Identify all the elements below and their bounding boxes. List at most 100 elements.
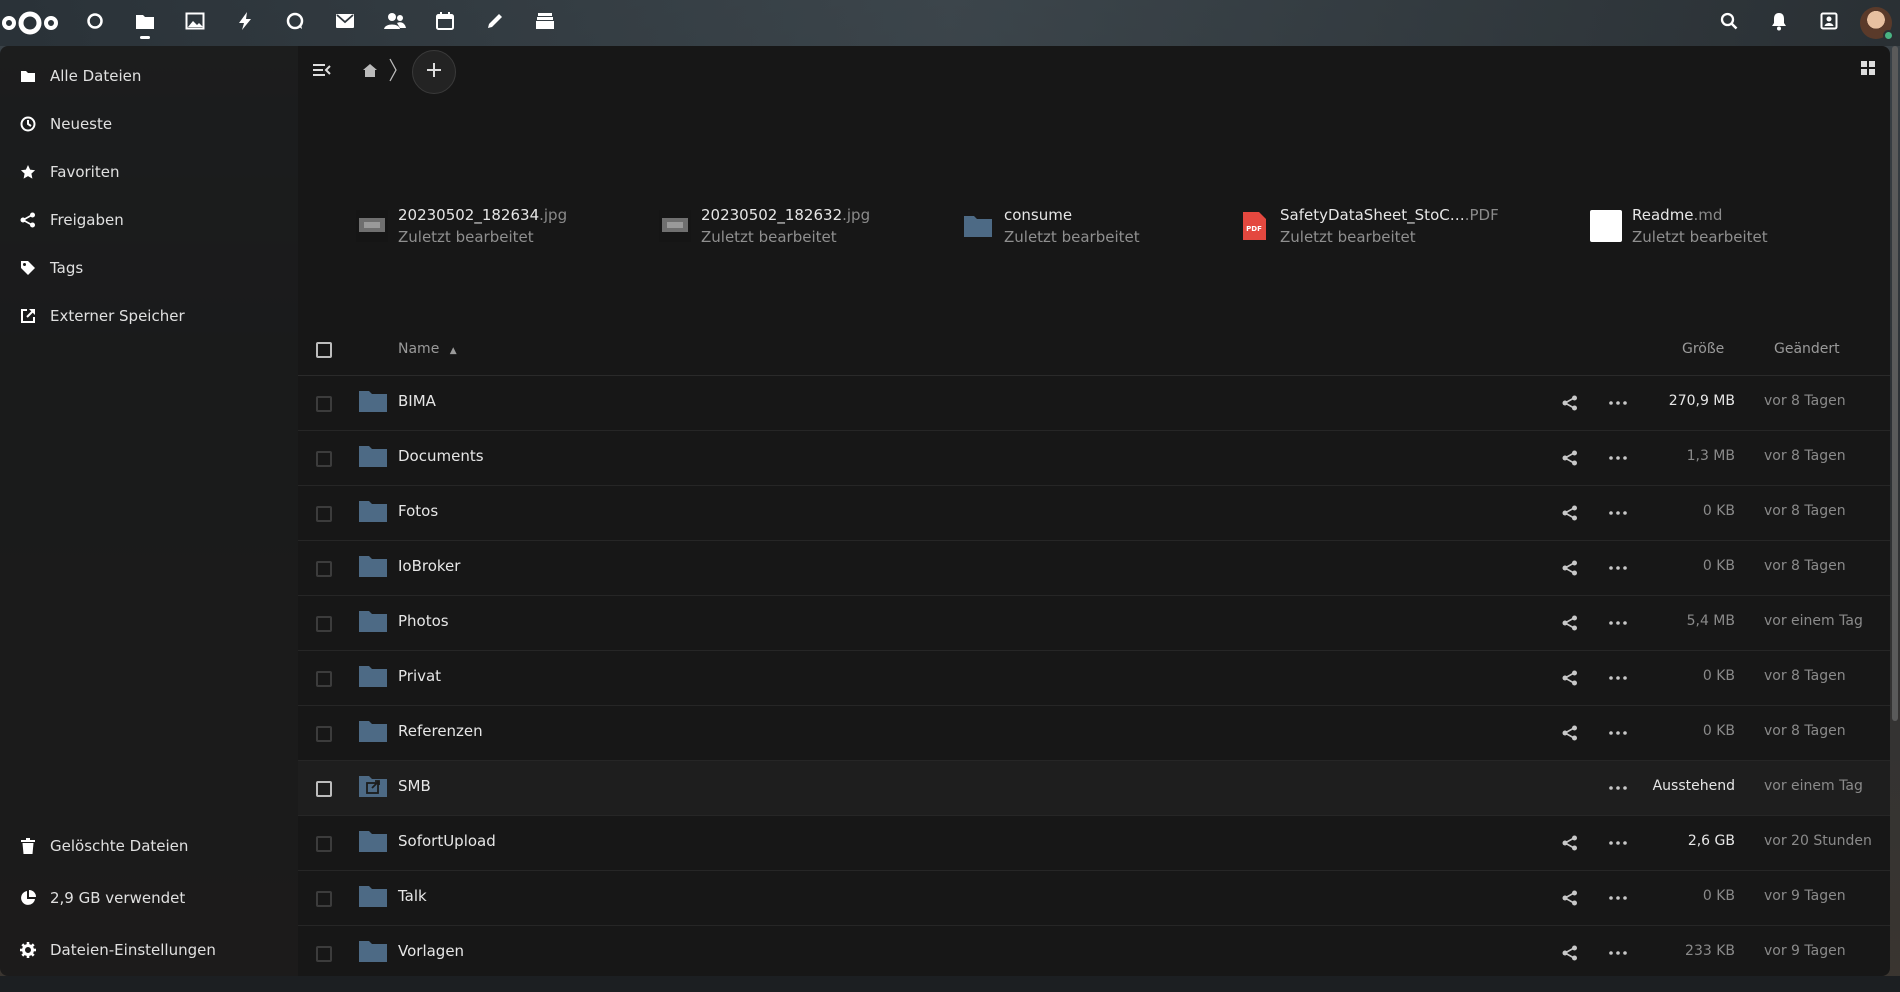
nav-storage-quota[interactable]: 2,9 GB verwendet bbox=[0, 872, 298, 924]
share-button[interactable] bbox=[1560, 888, 1580, 908]
table-row[interactable]: Photos 5,4 MB vor einem Tag bbox=[298, 596, 1890, 651]
table-row[interactable]: Talk 0 KB vor 9 Tagen bbox=[298, 871, 1890, 926]
file-name[interactable]: Documents bbox=[398, 447, 484, 465]
row-checkbox[interactable] bbox=[316, 616, 332, 632]
share-button[interactable] bbox=[1560, 448, 1580, 468]
share-button[interactable] bbox=[1560, 558, 1580, 578]
nav-files-settings[interactable]: Dateien-Einstellungen bbox=[0, 924, 298, 976]
actions-menu-button[interactable] bbox=[1606, 723, 1630, 743]
recent-item[interactable]: PDF SafetyDataSheet_StoC….PDF Zuletzt be… bbox=[1238, 204, 1499, 248]
sort-by-name[interactable]: Name ▲ bbox=[398, 341, 457, 357]
search-button[interactable] bbox=[1704, 0, 1754, 46]
row-checkbox[interactable] bbox=[316, 836, 332, 852]
file-modified: vor 8 Tagen bbox=[1764, 723, 1846, 739]
sort-by-modified[interactable]: Geändert bbox=[1774, 341, 1840, 357]
share-button[interactable] bbox=[1560, 943, 1580, 963]
toggle-navigation-button[interactable] bbox=[310, 46, 334, 98]
actions-menu-button[interactable] bbox=[1606, 393, 1630, 413]
app-deck[interactable] bbox=[520, 0, 570, 46]
table-row[interactable]: Referenzen 0 KB vor 8 Tagen bbox=[298, 706, 1890, 761]
actions-menu-button[interactable] bbox=[1606, 668, 1630, 688]
scrollbar[interactable] bbox=[1892, 46, 1898, 721]
row-checkbox[interactable] bbox=[316, 891, 332, 907]
actions-menu-button[interactable] bbox=[1606, 448, 1630, 468]
nav-shares[interactable]: Freigaben bbox=[0, 196, 298, 244]
file-name[interactable]: Fotos bbox=[398, 502, 438, 520]
app-calendar[interactable] bbox=[420, 0, 470, 46]
row-checkbox[interactable] bbox=[316, 396, 332, 412]
recent-item[interactable]: consume Zuletzt bearbeitet bbox=[962, 204, 1140, 248]
nav-favorites[interactable]: Favoriten bbox=[0, 148, 298, 196]
actions-menu-button[interactable] bbox=[1606, 503, 1630, 523]
share-button[interactable] bbox=[1560, 833, 1580, 853]
file-name[interactable]: Referenzen bbox=[398, 722, 483, 740]
table-row[interactable]: IoBroker 0 KB vor 8 Tagen bbox=[298, 541, 1890, 596]
share-button[interactable] bbox=[1560, 393, 1580, 413]
app-talk[interactable] bbox=[270, 0, 320, 46]
row-checkbox[interactable] bbox=[316, 946, 332, 962]
share-button[interactable] bbox=[1560, 668, 1580, 688]
row-checkbox-wrap bbox=[316, 781, 332, 797]
app-mail[interactable] bbox=[320, 0, 370, 46]
row-checkbox[interactable] bbox=[316, 561, 332, 577]
nextcloud-logo[interactable] bbox=[0, 0, 70, 46]
app-contacts[interactable] bbox=[370, 0, 420, 46]
app-dashboard[interactable] bbox=[70, 0, 120, 46]
sort-by-size[interactable]: Größe bbox=[1682, 341, 1724, 357]
recent-item[interactable]: 20230502_182634.jpg Zuletzt bearbeitet bbox=[356, 204, 567, 248]
actions-menu-button[interactable] bbox=[1606, 833, 1630, 853]
recent-item[interactable]: Readme.md Zuletzt bearbeitet bbox=[1590, 204, 1768, 248]
file-name[interactable]: Photos bbox=[398, 612, 449, 630]
file-name[interactable]: SofortUpload bbox=[398, 832, 496, 850]
file-name[interactable]: BIMA bbox=[398, 392, 436, 410]
nav-recent[interactable]: Neueste bbox=[0, 100, 298, 148]
nav-external-storage[interactable]: Externer Speicher bbox=[0, 292, 298, 340]
app-notes[interactable] bbox=[470, 0, 520, 46]
grid-view-button[interactable] bbox=[1856, 58, 1880, 82]
nav-tags[interactable]: Tags bbox=[0, 244, 298, 292]
file-name[interactable]: SMB bbox=[398, 777, 431, 795]
table-row[interactable]: SMB Ausstehend vor einem Tag bbox=[298, 761, 1890, 816]
notifications-button[interactable] bbox=[1754, 0, 1804, 46]
row-checkbox[interactable] bbox=[316, 671, 332, 687]
ellipsis-icon bbox=[1609, 676, 1627, 680]
app-files[interactable] bbox=[120, 0, 170, 46]
row-checkbox[interactable] bbox=[316, 506, 332, 522]
table-row[interactable]: BIMA 270,9 MB vor 8 Tagen bbox=[298, 376, 1890, 431]
actions-menu-button[interactable] bbox=[1606, 888, 1630, 908]
nav-all-files[interactable]: Alle Dateien bbox=[0, 52, 298, 100]
menu-collapse-icon bbox=[313, 63, 331, 81]
table-row[interactable]: Privat 0 KB vor 8 Tagen bbox=[298, 651, 1890, 706]
file-basename: SofortUpload bbox=[398, 832, 496, 850]
nav-deleted-files[interactable]: Gelöschte Dateien bbox=[0, 820, 298, 872]
app-photos[interactable] bbox=[170, 0, 220, 46]
share-button[interactable] bbox=[1560, 723, 1580, 743]
file-name[interactable]: Vorlagen bbox=[398, 942, 464, 960]
table-row[interactable]: Documents 1,3 MB vor 8 Tagen bbox=[298, 431, 1890, 486]
table-row[interactable]: SofortUpload 2,6 GB vor 20 Stunden bbox=[298, 816, 1890, 871]
contacts-menu-button[interactable] bbox=[1804, 0, 1854, 46]
actions-menu-button[interactable] bbox=[1606, 613, 1630, 633]
folder-icon bbox=[358, 828, 388, 858]
user-avatar[interactable] bbox=[1860, 7, 1894, 41]
recent-item[interactable]: 20230502_182632.jpg Zuletzt bearbeitet bbox=[659, 204, 870, 248]
row-checkbox[interactable] bbox=[316, 451, 332, 467]
svg-text:PDF: PDF bbox=[1246, 225, 1262, 233]
row-checkbox[interactable] bbox=[316, 726, 332, 742]
actions-menu-button[interactable] bbox=[1606, 943, 1630, 963]
select-all-checkbox[interactable] bbox=[316, 342, 332, 358]
new-button[interactable] bbox=[412, 50, 456, 94]
app-activity[interactable] bbox=[220, 0, 270, 46]
share-button[interactable] bbox=[1560, 613, 1580, 633]
trash-icon bbox=[20, 838, 36, 854]
table-row[interactable]: Vorlagen 233 KB vor 9 Tagen bbox=[298, 926, 1890, 976]
file-name[interactable]: Privat bbox=[398, 667, 441, 685]
table-row[interactable]: Fotos 0 KB vor 8 Tagen bbox=[298, 486, 1890, 541]
file-name[interactable]: Talk bbox=[398, 887, 427, 905]
actions-menu-button[interactable] bbox=[1606, 558, 1630, 578]
file-name[interactable]: IoBroker bbox=[398, 557, 460, 575]
row-checkbox[interactable] bbox=[316, 781, 332, 797]
breadcrumb-home[interactable] bbox=[360, 46, 380, 98]
share-button[interactable] bbox=[1560, 503, 1580, 523]
actions-menu-button[interactable] bbox=[1606, 778, 1630, 798]
